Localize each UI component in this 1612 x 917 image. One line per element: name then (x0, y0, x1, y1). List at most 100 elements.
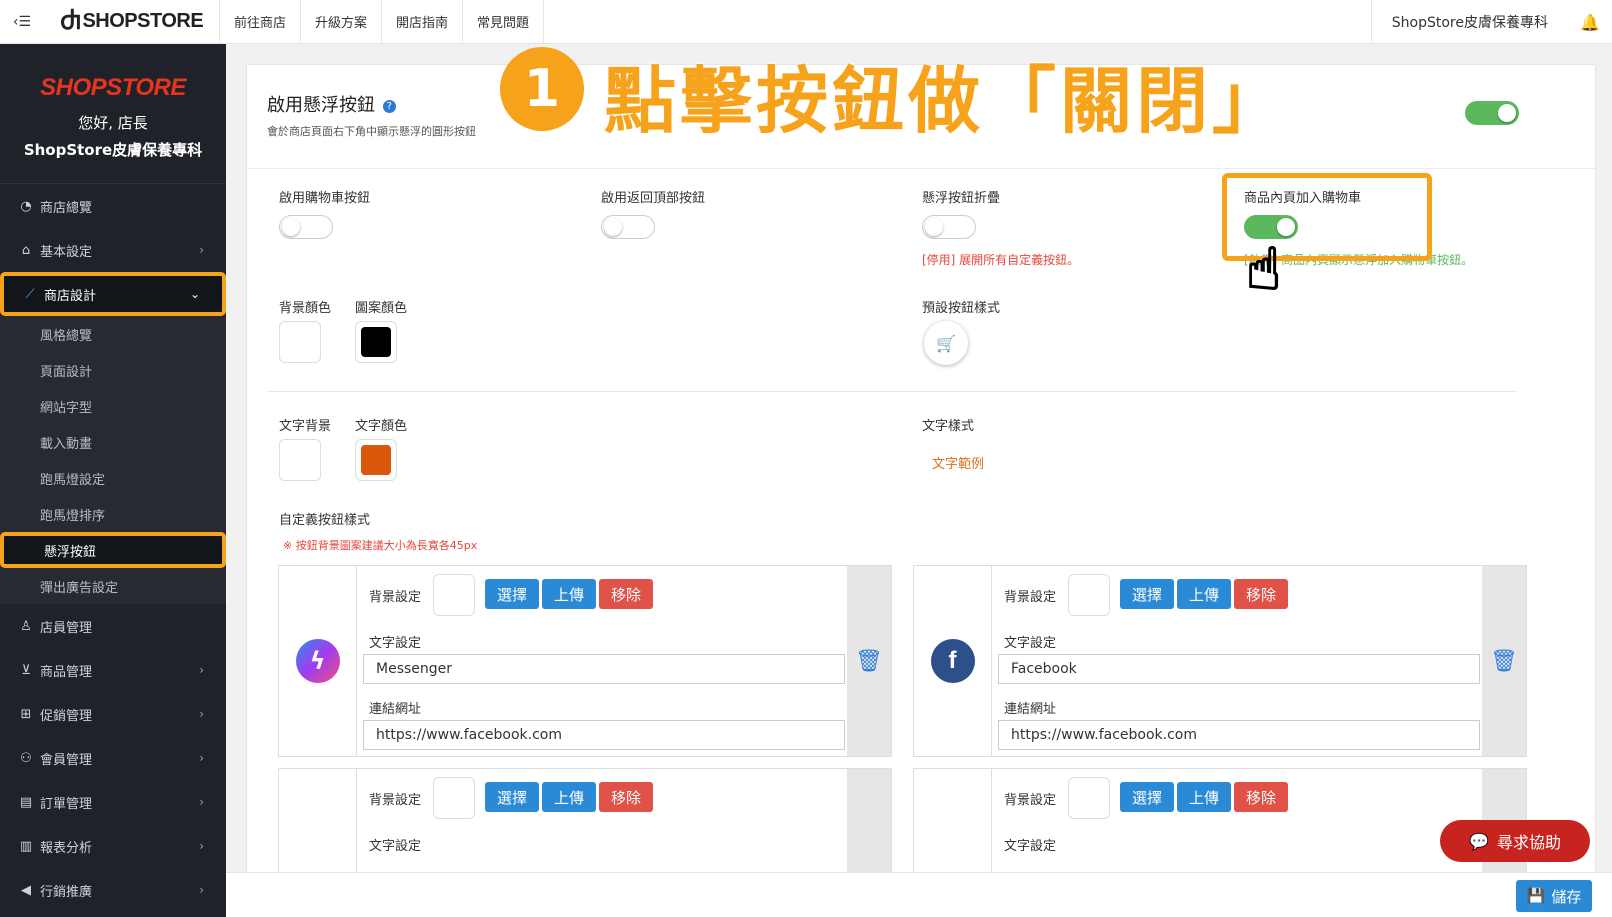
text-color-label: 文字顏色 (355, 419, 408, 434)
select-button[interactable]: 選擇 (1120, 579, 1174, 609)
trash-icon[interactable]: 🗑 (1482, 566, 1526, 756)
text-style-label: 文字樣式 (922, 419, 975, 434)
card-title: 啟用懸浮按鈕 ? (267, 91, 396, 117)
row-bg-swatch[interactable] (433, 777, 475, 819)
user-lock-icon: ♙ (20, 618, 32, 634)
row-icon-cell: ϟ (279, 566, 357, 756)
upload-button[interactable]: 上傳 (542, 782, 596, 812)
sidebar-item-staff[interactable]: ♙ 店員管理 (0, 604, 226, 648)
bg-color-swatch[interactable] (279, 321, 321, 363)
back-to-top-toggle[interactable] (601, 215, 655, 239)
sidebar-item-overview[interactable]: ◔ 商店總覽 (0, 184, 226, 228)
sidebar: SHOPSTORE 您好, 店長 ShopStore皮膚保養專科 ◔ 商店總覽 ⌂… (0, 44, 226, 917)
step-number-badge: 1 (500, 47, 584, 131)
trash-icon[interactable]: 🗑 (847, 566, 891, 756)
messenger-icon: ϟ (295, 639, 340, 683)
sidebar-item-label: 基本設定 (40, 244, 93, 260)
row-url-input[interactable]: https://www.facebook.com (998, 720, 1480, 750)
top-link-faq[interactable]: 常見問題 (463, 0, 545, 44)
sub-item-style[interactable]: 風格總覽 (0, 316, 226, 352)
sidebar-item-label: 商品管理 (40, 664, 93, 680)
sub-item-floating-button[interactable]: 懸浮按鈕 (0, 532, 226, 568)
cart-button-toggle[interactable] (279, 215, 333, 239)
row-bg-swatch[interactable] (1068, 574, 1110, 616)
default-style-label: 預設按鈕樣式 (922, 301, 1001, 316)
upload-button[interactable]: 上傳 (1177, 782, 1231, 812)
sidebar-item-promotions[interactable]: ⊞ 促銷管理 › (0, 692, 226, 736)
sidebar-item-marketing[interactable]: ◀ 行銷推廣 › (0, 868, 226, 912)
chat-help-icon: 💬 (1469, 831, 1489, 851)
text-color-fill (361, 445, 391, 475)
row-bg-swatch[interactable] (1068, 777, 1110, 819)
collapse-toggle[interactable] (922, 215, 976, 239)
select-button[interactable]: 選擇 (1120, 782, 1174, 812)
help-button[interactable]: 💬 尋求協助 (1440, 820, 1590, 862)
text-setting-label: 文字設定 (1004, 839, 1057, 854)
sub-item-popup-ads[interactable]: 彈出廣告設定 (0, 568, 226, 604)
remove-button[interactable]: 移除 (599, 579, 653, 609)
card-description: 會於商店頁面右下角中顯示懸浮的圓形按鈕 (267, 125, 476, 138)
store-name-menu[interactable]: ShopStore皮膚保養專科 (1370, 0, 1568, 44)
row-text-input[interactable]: Messenger (363, 654, 845, 684)
text-sample: 文字範例 (932, 457, 985, 472)
select-button[interactable]: 選擇 (485, 782, 539, 812)
pattern-color-label: 圖案顏色 (355, 301, 408, 316)
sidebar-item-label: 商店總覽 (40, 200, 93, 216)
sub-item-marquee[interactable]: 跑馬燈設定 (0, 460, 226, 496)
sidebar-item-products[interactable]: ⊻ 商品管理 › (0, 648, 226, 692)
sidebar-store-name: ShopStore皮膚保養專科 (23, 141, 203, 159)
cart-icon: ⊻ (21, 662, 31, 678)
save-label: 儲存 (1551, 887, 1582, 906)
chevron-down-icon: ⌄ (189, 287, 200, 301)
custom-buttons-note: ※ 按鈕背景圖案建議大小為長寬各45px (283, 539, 478, 552)
top-link-store[interactable]: 前往商店 (220, 0, 302, 44)
chevron-right-icon: › (199, 795, 204, 809)
url-label: 連結網址 (369, 702, 422, 717)
bell-icon[interactable]: 🔔 (1568, 13, 1612, 32)
sidebar-item-members[interactable]: ⚇ 會員管理 › (0, 736, 226, 780)
select-button[interactable]: 選擇 (485, 579, 539, 609)
row-text-input[interactable]: Facebook (998, 654, 1480, 684)
collapse-hint: [停用] 展開所有自定義按鈕。 (922, 253, 1080, 267)
remove-button[interactable]: 移除 (1234, 782, 1288, 812)
pattern-color-swatch[interactable] (355, 321, 397, 363)
top-navbar: ‹☰ Ⴛ SHOPSTORE 前往商店 升級方案 開店指南 常見問題 ShopSt… (0, 0, 1612, 44)
bottom-save-bar: 💾 儲存 (226, 872, 1612, 917)
url-label: 連結網址 (1004, 702, 1057, 717)
upload-button[interactable]: 上傳 (1177, 579, 1231, 609)
sidebar-item-orders[interactable]: ▤ 訂單管理 › (0, 780, 226, 824)
gift-icon: ⊞ (20, 706, 32, 722)
top-link-guide[interactable]: 開店指南 (382, 0, 464, 44)
save-button[interactable]: 💾 儲存 (1516, 880, 1592, 912)
upload-button[interactable]: 上傳 (542, 579, 596, 609)
sidebar-nav: ◔ 商店總覽 ⌂ 基本設定 › ⟋ 商店設計 ⌄ (0, 184, 226, 316)
order-icon: ▤ (19, 794, 33, 810)
sub-item-loading[interactable]: 載入動畫 (0, 424, 226, 460)
help-question-icon[interactable]: ? (382, 99, 396, 113)
sidebar-item-design[interactable]: ⟋ 商店設計 ⌄ (0, 272, 226, 316)
enable-floating-toggle[interactable] (1465, 101, 1519, 125)
logo-text: SHOPSTORE (82, 10, 204, 32)
chevron-right-icon: › (199, 883, 204, 897)
bg-color-label: 背景顏色 (279, 301, 332, 316)
row-bg-swatch[interactable] (433, 574, 475, 616)
sub-item-fonts[interactable]: 網站字型 (0, 388, 226, 424)
remove-button[interactable]: 移除 (1234, 579, 1288, 609)
row-url-input[interactable]: https://www.facebook.com (363, 720, 845, 750)
sidebar-brand: SHOPSTORE 您好, 店長 ShopStore皮膚保養專科 (0, 44, 226, 184)
sidebar-item-reports[interactable]: ▥ 報表分析 › (0, 824, 226, 868)
text-bg-swatch[interactable] (279, 439, 321, 481)
chevron-right-icon: › (199, 707, 204, 721)
text-setting-label: 文字設定 (369, 839, 422, 854)
sidebar-item-basic[interactable]: ⌂ 基本設定 › (0, 228, 226, 272)
logo[interactable]: Ⴛ SHOPSTORE (44, 0, 220, 44)
sub-item-page-design[interactable]: 頁面設計 (0, 352, 226, 388)
bg-setting-label: 背景設定 (369, 590, 422, 605)
menu-icon[interactable]: ‹☰ (0, 0, 44, 44)
top-link-upgrade[interactable]: 升級方案 (301, 0, 383, 44)
bank-icon: ⌂ (21, 242, 31, 258)
sub-item-marquee-order[interactable]: 跑馬燈排序 (0, 496, 226, 532)
text-color-swatch[interactable] (355, 439, 397, 481)
save-icon: 💾 (1526, 887, 1546, 905)
remove-button[interactable]: 移除 (599, 782, 653, 812)
